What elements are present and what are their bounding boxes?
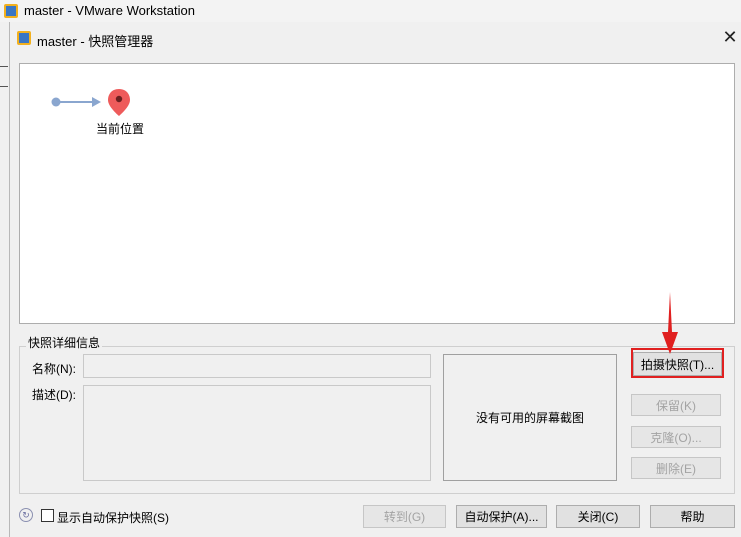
app-title: master - VMware Workstation <box>24 3 195 18</box>
vmware-icon <box>17 31 31 45</box>
close-button[interactable]: 关闭(C) <box>556 505 640 528</box>
show-autoprotect-label[interactable]: 显示自动保护快照(S) <box>57 509 169 526</box>
delete-button[interactable]: 删除(E) <box>631 457 721 479</box>
arrow-head <box>92 97 101 107</box>
goto-button[interactable]: 转到(G) <box>363 505 446 528</box>
screenshot-preview: 没有可用的屏幕截图 <box>443 354 617 481</box>
location-pin-icon[interactable] <box>108 89 130 116</box>
help-button[interactable]: 帮助 <box>650 505 735 528</box>
no-screenshot-text: 没有可用的屏幕截图 <box>475 411 584 425</box>
snapshot-tree-panel[interactable] <box>19 63 735 324</box>
description-label: 描述(D): <box>32 388 76 402</box>
show-autoprotect-checkbox[interactable] <box>41 509 54 522</box>
clone-button[interactable]: 克隆(O)... <box>631 426 721 448</box>
autoprotect-button[interactable]: 自动保护(A)... <box>456 505 547 528</box>
vmware-icon <box>4 4 18 18</box>
dialog-border <box>9 22 10 537</box>
current-position-label[interactable]: 当前位置 <box>96 120 144 137</box>
description-field[interactable] <box>83 385 431 481</box>
background-edge <box>0 66 8 67</box>
keep-button[interactable]: 保留(K) <box>631 394 721 416</box>
autoprotect-info-icon: ↻ <box>19 508 33 522</box>
snapshot-tree-graphic <box>51 89 130 116</box>
name-field[interactable] <box>83 354 431 378</box>
dialog-title: master - 快照管理器 <box>37 34 154 49</box>
background-edge <box>0 86 8 87</box>
annotation-arrow <box>662 292 678 354</box>
name-label: 名称(N): <box>32 362 76 376</box>
close-icon[interactable]: ✕ <box>720 27 740 47</box>
details-group-title: 快照详细信息 <box>26 334 103 351</box>
